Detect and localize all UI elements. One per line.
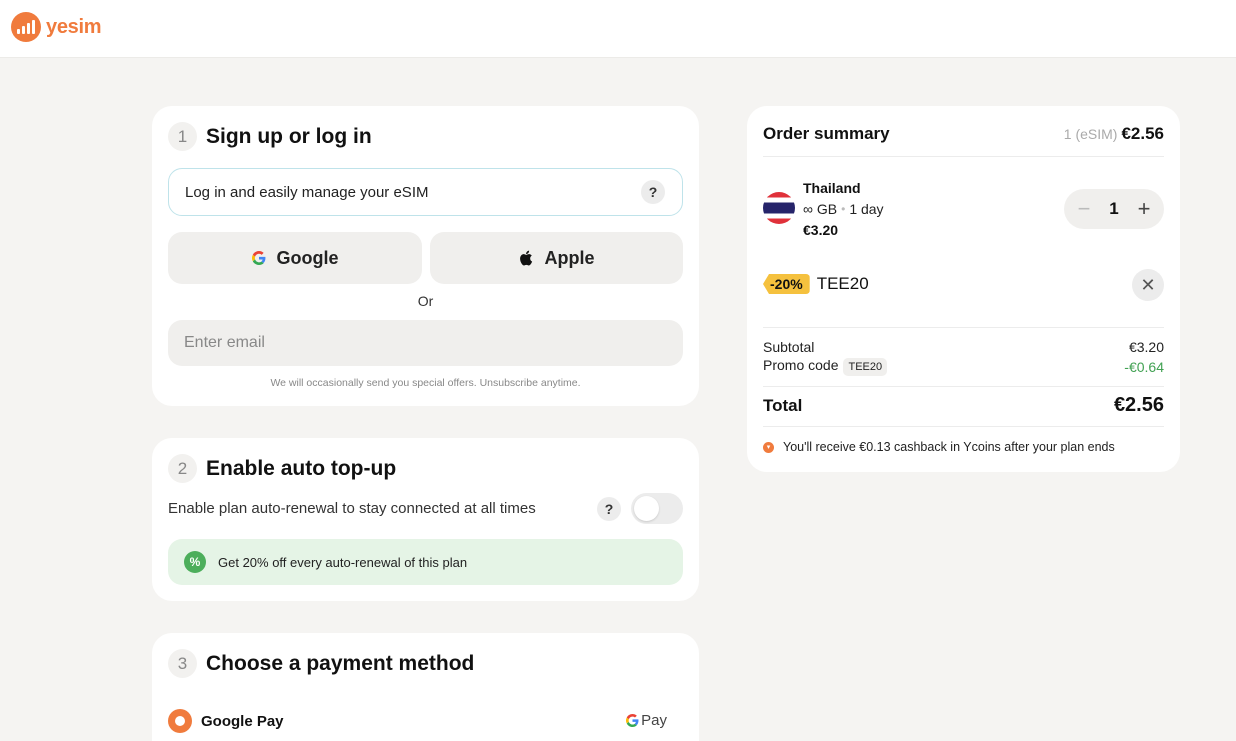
subtotal-row: Subtotal €3.20 xyxy=(763,339,1164,355)
subtotal-label: Subtotal xyxy=(763,339,815,355)
applied-promo: -20% TEE20 xyxy=(763,274,869,294)
promo-row: Promo code TEE20 -€0.64 xyxy=(763,357,1164,376)
login-info-box: Log in and easily manage your eSIM ? xyxy=(168,168,683,216)
radio-selected-icon[interactable] xyxy=(168,709,192,733)
plan-price: €3.20 xyxy=(803,222,839,238)
google-pay-label: Google Pay xyxy=(201,712,284,730)
plan-details: ∞ GB • 1 day xyxy=(803,201,884,217)
plan-country: Thailand xyxy=(803,180,861,196)
total-row: Total €2.56 xyxy=(763,394,1164,417)
google-label: Google xyxy=(276,247,339,268)
quantity-stepper: − 1 + xyxy=(1064,189,1164,229)
increase-quantity-button[interactable]: + xyxy=(1134,196,1154,222)
thailand-flag-icon xyxy=(763,192,795,224)
total-label: Total xyxy=(763,395,803,415)
logo-signal-icon xyxy=(11,12,41,42)
apple-login-button[interactable]: Apple xyxy=(430,232,683,284)
promo-discount-value: -€0.64 xyxy=(1124,358,1164,375)
auto-renewal-promo-text: Get 20% off every auto-renewal of this p… xyxy=(218,554,468,570)
offers-disclaimer: We will occasionally send you special of… xyxy=(270,377,581,389)
step2-title: Enable auto top-up xyxy=(206,456,397,480)
signup-card: 1 Sign up or log in Log in and easily ma… xyxy=(152,106,699,406)
discount-tag: -20% xyxy=(763,274,810,294)
decrease-quantity-button[interactable]: − xyxy=(1074,196,1094,222)
toggle-knob xyxy=(634,496,659,521)
auto-renewal-toggle[interactable] xyxy=(631,493,683,524)
plan-data: ∞ GB xyxy=(803,201,838,217)
step1-title: Sign up or log in xyxy=(206,124,372,148)
top-bar: yesim xyxy=(0,0,1236,58)
divider xyxy=(763,327,1164,328)
help-icon[interactable]: ? xyxy=(641,180,665,204)
apple-label: Apple xyxy=(544,247,595,268)
yesim-logo[interactable]: yesim xyxy=(11,12,102,42)
ycoin-icon: ▾ xyxy=(763,441,774,453)
payment-option-google-pay[interactable]: Google Pay Pay xyxy=(168,709,683,733)
order-summary-card: Order summary 1 (eSIM) €2.56 Thailand ∞ … xyxy=(747,106,1180,472)
quantity-value: 1 xyxy=(1109,199,1119,218)
order-summary-header-total: 1 (eSIM) €2.56 xyxy=(1064,124,1164,144)
apple-icon xyxy=(520,250,533,266)
google-pay-logo: Pay xyxy=(626,712,667,729)
step2-number: 2 xyxy=(168,454,197,483)
google-login-button[interactable]: Google xyxy=(168,232,422,284)
step3-header: 3 Choose a payment method xyxy=(168,649,474,678)
auto-renewal-promo-banner: % Get 20% off every auto-renewal of this… xyxy=(168,539,683,585)
auto-renewal-help-icon[interactable]: ? xyxy=(597,497,621,521)
google-pay-logo-text: Pay xyxy=(641,712,667,729)
divider xyxy=(763,386,1164,387)
step1-header: 1 Sign up or log in xyxy=(168,122,372,151)
auto-topup-card: 2 Enable auto top-up Enable plan auto-re… xyxy=(152,438,699,601)
divider xyxy=(763,156,1164,157)
google-icon xyxy=(251,251,265,265)
cashback-note: ▾ You'll receive €0.13 cashback in Ycoin… xyxy=(763,440,1115,454)
or-divider: Or xyxy=(417,293,434,309)
step1-number: 1 xyxy=(168,122,197,151)
total-value: €2.56 xyxy=(1113,394,1164,416)
payment-method-card: 3 Choose a payment method Google Pay Pay xyxy=(152,633,699,741)
subtotal-value: €3.20 xyxy=(1128,339,1164,355)
auto-renewal-description: Enable plan auto-renewal to stay connect… xyxy=(168,500,536,517)
step3-number: 3 xyxy=(168,649,197,678)
plan-duration: 1 day xyxy=(849,201,884,217)
remove-promo-button[interactable]: ✕ xyxy=(1132,269,1164,301)
order-summary-title: Order summary xyxy=(763,124,890,143)
plan-separator: • xyxy=(841,202,846,216)
esim-count: 1 (eSIM) xyxy=(1063,126,1118,142)
promo-label-wrap: Promo code TEE20 xyxy=(763,357,888,376)
step2-header: 2 Enable auto top-up xyxy=(168,454,396,483)
login-info-text: Log in and easily manage your eSIM xyxy=(185,183,429,201)
divider xyxy=(763,426,1164,427)
header-amount: €2.56 xyxy=(1121,124,1164,143)
logo-text: yesim xyxy=(46,15,102,38)
percent-badge-icon: % xyxy=(184,551,206,573)
promo-label: Promo code xyxy=(763,357,839,373)
promo-chip: TEE20 xyxy=(843,358,888,376)
email-input[interactable] xyxy=(168,320,683,366)
promo-code-text: TEE20 xyxy=(816,274,869,293)
google-g-icon xyxy=(626,714,639,727)
step3-title: Choose a payment method xyxy=(206,651,475,675)
cashback-text: You'll receive €0.13 cashback in Ycoins … xyxy=(783,440,1115,454)
